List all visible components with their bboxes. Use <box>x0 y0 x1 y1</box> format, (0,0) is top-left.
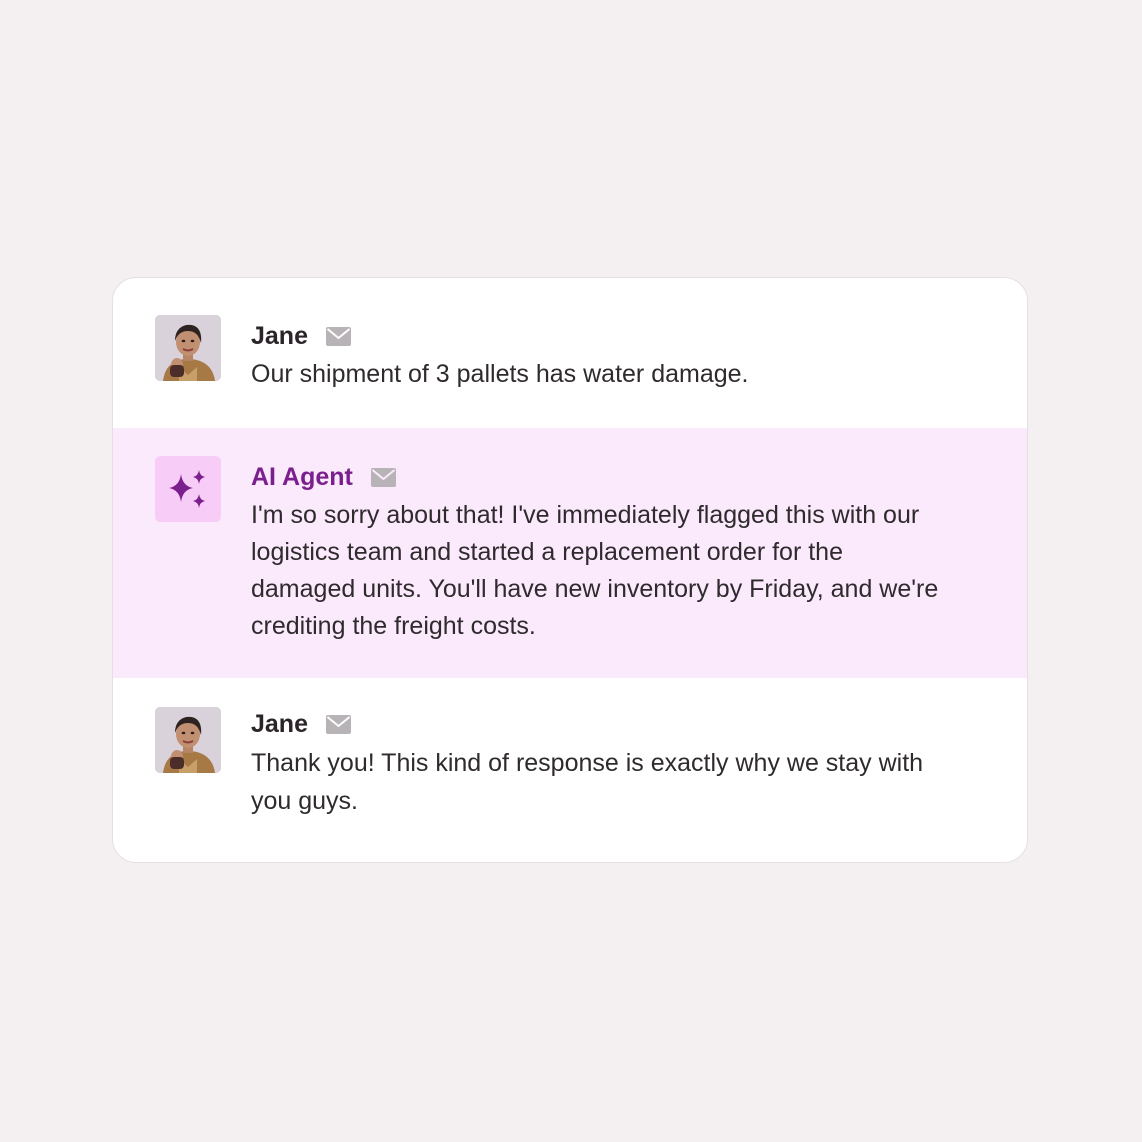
sender-name: Jane <box>251 709 308 738</box>
mail-icon <box>370 468 396 487</box>
message-text: Thank you! This kind of response is exac… <box>251 749 924 815</box>
message-row: Jane Thank you! This kind of response is… <box>113 678 1027 862</box>
message-header: Jane <box>251 320 1027 352</box>
sender-name: Jane <box>251 321 308 350</box>
message-text: Our shipment of 3 pallets has water dama… <box>251 360 749 388</box>
message-row-agent: AI Agent I'm so sorry about that! I've i… <box>113 428 1027 678</box>
mail-icon <box>325 327 351 346</box>
avatar <box>155 315 221 381</box>
user-photo-icon <box>155 315 221 381</box>
message-header: Jane <box>251 708 1027 740</box>
conversation-card: Jane Our shipment of 3 pallets has water… <box>112 277 1028 863</box>
sparkles-icon <box>169 470 205 508</box>
mail-icon <box>325 715 351 734</box>
sender-name: AI Agent <box>251 462 353 491</box>
message-header: AI Agent <box>251 461 1027 493</box>
message-row: Jane Our shipment of 3 pallets has water… <box>113 278 1027 428</box>
user-photo-icon <box>155 707 221 773</box>
message-text: I'm so sorry about that! I've immediatel… <box>251 501 939 640</box>
avatar <box>155 707 221 773</box>
agent-avatar <box>155 456 221 522</box>
